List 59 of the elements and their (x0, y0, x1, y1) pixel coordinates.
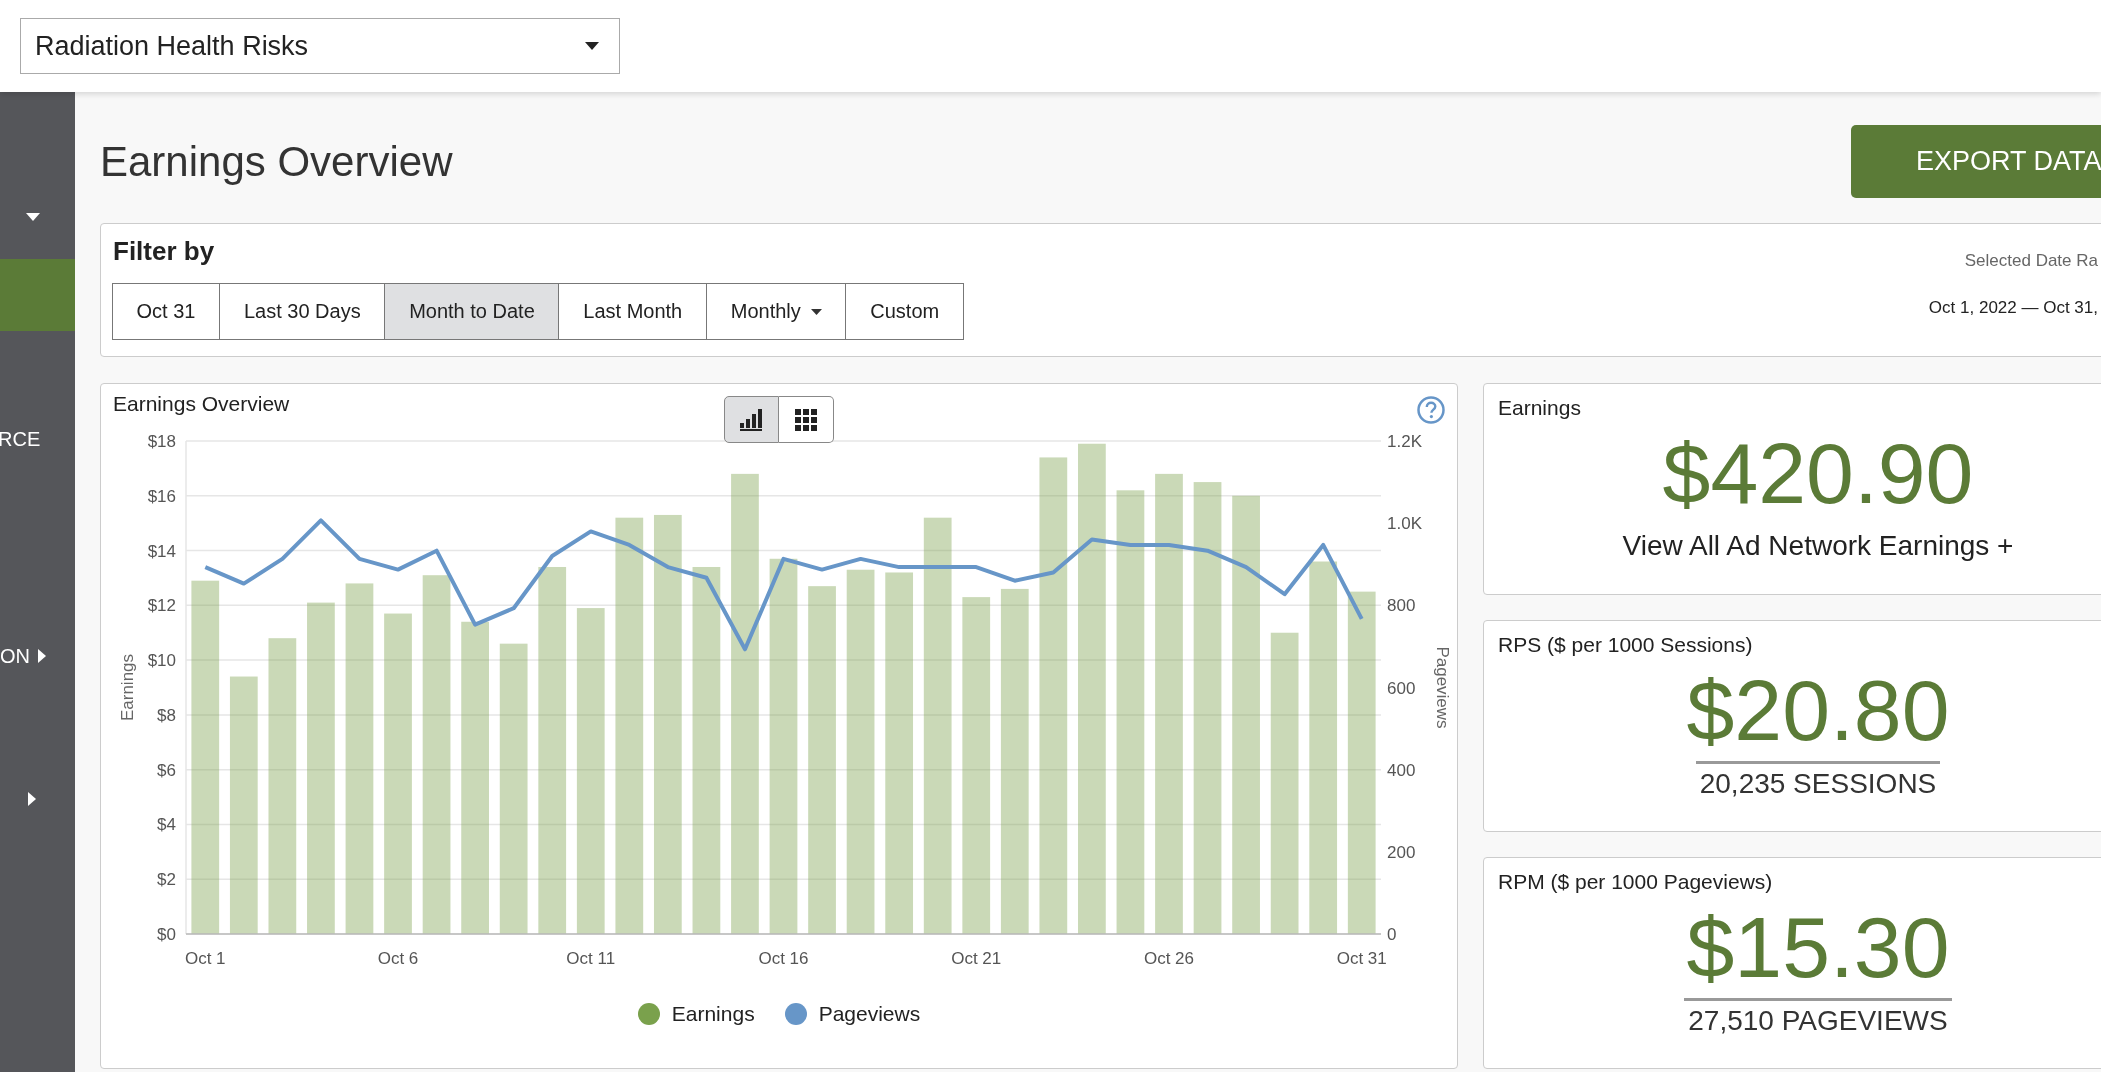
stat-value: $20.80 (1686, 667, 1950, 753)
caret-down-icon (585, 42, 599, 50)
x-axis-tick-label: Oct 6 (377, 949, 419, 968)
y-axis-tick-label: $10 (147, 651, 176, 671)
date-filter-button[interactable]: Custom (845, 283, 965, 340)
y-axis-tick-label: $18 (147, 432, 176, 451)
export-button[interactable]: EXPORT DATA (1851, 125, 2101, 198)
stat-value: $420.90 (1662, 430, 1974, 516)
y-axis-tick-label: $16 (147, 486, 176, 506)
x-axis-tick-label: Oct 1 (184, 949, 226, 968)
y-axis-tick-label: 1.2K (1387, 432, 1422, 451)
ad-network-earnings-link[interactable]: View All Ad Network Earnings + (1622, 530, 2014, 562)
x-axis-tick-label: Oct 21 (951, 949, 1002, 968)
y-axis-tick-label: $14 (147, 541, 176, 561)
filter-title: Filter by (113, 236, 216, 267)
x-axis-tick-label: Oct 16 (758, 949, 809, 968)
y-axis-tick-label: $4 (157, 815, 176, 835)
date-filter-button[interactable]: Last Month (558, 283, 708, 340)
site-select[interactable]: Radiation Health Risks (20, 18, 620, 74)
date-filter-button[interactable]: Month to Date (384, 283, 560, 340)
stat-title: RPM ($ per 1000 Pageviews) (1498, 870, 1774, 894)
y-axis-title: Pageviews (1433, 646, 1452, 729)
y-axis-title: Earnings (118, 653, 137, 722)
stat-title: RPS ($ per 1000 Sessions) (1498, 633, 1754, 657)
sidebar-item[interactable]: ON (0, 641, 75, 671)
y-axis-tick-label: $12 (147, 596, 176, 616)
legend-label[interactable]: Earnings (671, 1002, 755, 1026)
y-axis-tick-label: $0 (157, 925, 176, 944)
legend-label[interactable]: Pageviews (818, 1002, 921, 1026)
date-filter-button[interactable]: Oct 31 (111, 283, 221, 340)
date-filter-button[interactable]: Monthly (705, 283, 847, 340)
y-axis-tick-label: 0 (1387, 925, 1397, 944)
sidebar-item[interactable]: RCE (0, 424, 75, 454)
stat-title: Earnings (1498, 396, 1582, 420)
x-axis-tick-label: Oct 26 (1143, 949, 1195, 968)
y-axis-tick-label: $6 (157, 760, 176, 780)
y-axis-tick-label: 200 (1387, 842, 1416, 862)
y-axis-tick-label: 800 (1387, 596, 1416, 616)
chart-title: Earnings Overview (113, 392, 291, 416)
page-title: Earnings Overview (100, 137, 453, 186)
caret-down-icon (810, 308, 822, 315)
bar-chart-icon (739, 408, 764, 431)
date-range-label: Selected Date Ra (1963, 251, 2098, 271)
stat-subtitle: 20,235 SESSIONS (1695, 761, 1941, 800)
help-icon[interactable] (1417, 396, 1445, 424)
date-range-value: Oct 1, 2022 — Oct 31, (1928, 298, 2098, 318)
x-axis-tick-label: Oct 11 (566, 949, 616, 968)
y-axis-tick-label: 400 (1387, 760, 1416, 780)
grid-view-button[interactable] (779, 396, 834, 443)
y-axis-tick-label: $2 (157, 870, 176, 890)
stat-subtitle: 27,510 PAGEVIEWS (1684, 998, 1952, 1037)
y-axis-tick-label: 600 (1387, 678, 1416, 698)
y-axis-tick-label: $8 (157, 705, 176, 725)
grid-icon (795, 408, 817, 431)
bar-chart-view-button[interactable] (724, 396, 779, 443)
y-axis-tick-label: 1.0K (1387, 514, 1422, 534)
stat-value: $15.30 (1686, 904, 1950, 990)
date-filter-button[interactable]: Last 30 Days (218, 283, 386, 340)
x-axis-tick-label: Oct 31 (1336, 949, 1387, 968)
